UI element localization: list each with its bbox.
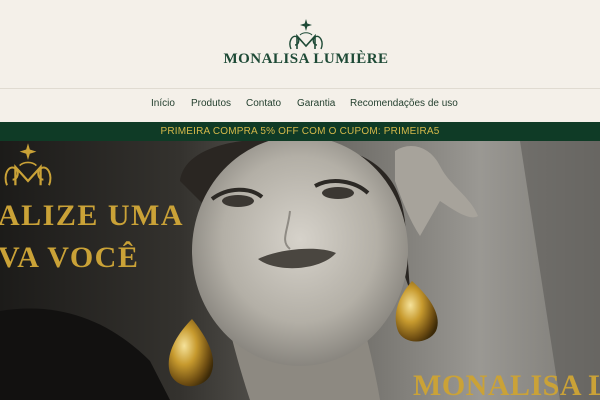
hero-headline-line2: VA VOCÊ (0, 241, 140, 274)
nav-item-produtos[interactable]: Produtos (191, 98, 231, 109)
site-header: MONALISA LUMIÈRE (0, 0, 600, 88)
hero-banner[interactable]: ALIZE UMA VA VOCÊ MONALISA LU (0, 141, 600, 400)
hero-headline-line1: ALIZE UMA (0, 199, 185, 232)
promo-banner: PRIMEIRA COMPRA 5% OFF COM O CUPOM: PRIM… (0, 122, 600, 141)
monogram-m-star-icon[interactable] (286, 18, 326, 54)
brand-name[interactable]: MONALISA LUMIÈRE (0, 51, 600, 68)
hero-monogram-icon (4, 143, 52, 186)
nav-item-inicio[interactable]: Início (151, 98, 175, 109)
nav-item-recomendacoes[interactable]: Recomendações de uso (350, 98, 458, 109)
nav-item-contato[interactable]: Contato (246, 98, 281, 109)
main-nav: Início Produtos Contato Garantia Recomen… (0, 89, 600, 122)
nav-item-garantia[interactable]: Garantia (297, 98, 335, 109)
hero-brand-overlay: MONALISA LU (413, 369, 600, 400)
